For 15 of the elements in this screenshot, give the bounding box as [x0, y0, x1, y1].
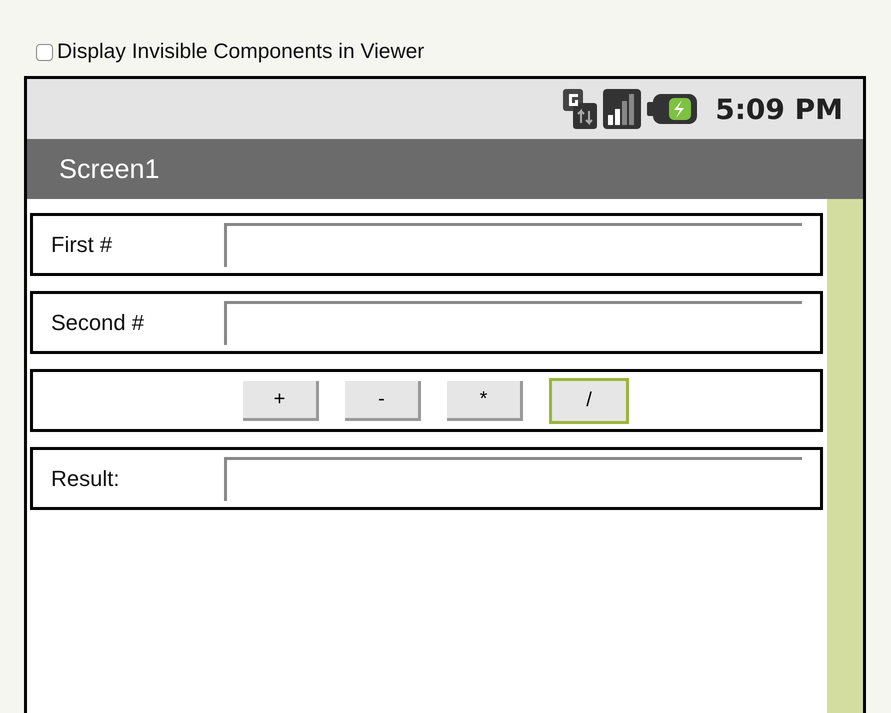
- field-label: Second #: [50, 310, 145, 336]
- status-time: 5:09 PM: [715, 92, 843, 126]
- operator-button[interactable]: *: [447, 380, 523, 420]
- screen-title: Screen1: [59, 154, 160, 184]
- signal-icon: [603, 89, 642, 129]
- network-icon: [563, 89, 598, 129]
- field-label: First #: [50, 232, 114, 258]
- field-label: Result:: [50, 466, 120, 492]
- battery-icon: [647, 94, 698, 124]
- checkbox[interactable]: [36, 44, 53, 60]
- scrollbar[interactable]: [827, 199, 863, 713]
- checkbox-label: Display Invisible Components in Viewer: [57, 40, 424, 64]
- operator-button[interactable]: /: [549, 378, 629, 424]
- operator-button[interactable]: +: [243, 380, 319, 420]
- operator-button[interactable]: -: [345, 380, 421, 420]
